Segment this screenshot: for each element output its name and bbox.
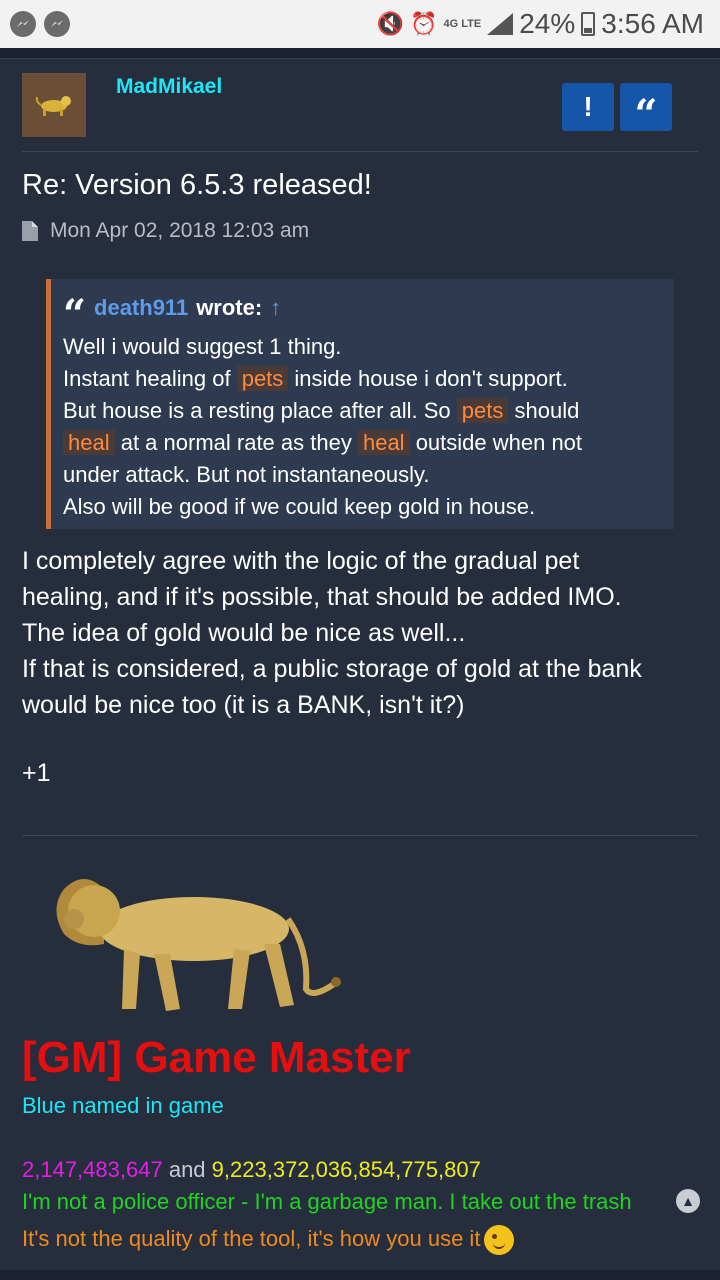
report-button[interactable]: ! (562, 83, 614, 131)
post-card: MadMikael ! “ Re: Version 6.5.3 released… (0, 58, 720, 1271)
highlighted-word: pets (236, 366, 289, 391)
quote-line: But house is a resting place after all. … (63, 398, 580, 423)
signature-line: 2,147,483,647 and 9,223,372,036,854,775,… (22, 1157, 481, 1182)
post-body: I completely agree with the logic of the… (22, 543, 642, 723)
highlighted-word: heal (357, 430, 410, 455)
lion-image (56, 879, 341, 1011)
alarm-icon: ⏰ (410, 11, 438, 36)
battery-percent: 24% (519, 8, 576, 39)
scroll-to-top-icon[interactable]: ▲ (676, 1189, 700, 1213)
post-timestamp: Mon Apr 02, 2018 12:03 am (50, 219, 310, 242)
rank-title: [GM] Game Master (22, 1033, 411, 1082)
vibrate-icon: 🔇 (376, 11, 405, 36)
divider (22, 151, 698, 152)
body-line: would be nice too (it is a BANK, isn't i… (22, 691, 465, 719)
signal-icon (487, 13, 514, 35)
messenger-icon (44, 11, 70, 37)
clock: 3:56 AM (601, 8, 704, 39)
signature-number: 9,223,372,036,854,775,807 (211, 1157, 481, 1182)
avatar[interactable] (22, 73, 86, 137)
quote-line: Also will be good if we could keep gold … (63, 494, 536, 519)
body-line: The idea of gold would be nice as well..… (22, 619, 466, 647)
quote-mark-icon: “ (63, 291, 87, 338)
plus-one-text: +1 (22, 759, 51, 787)
network-label: 4G LTE (443, 17, 482, 30)
status-bar: 🔇 ⏰ 4G LTE 24% 3:56 AM (0, 0, 720, 48)
wink-emoji-icon (484, 1225, 515, 1255)
body-line: healing, and if it's possible, that shou… (22, 583, 622, 611)
highlighted-word: pets (456, 398, 509, 423)
quote-author-link[interactable]: death911 (94, 295, 188, 321)
body-line: I completely agree with the logic of the… (22, 547, 580, 575)
signature-divider (22, 835, 698, 836)
quote-button[interactable]: “ (620, 83, 672, 138)
notification-icons (0, 11, 70, 37)
quote-line: heal at a normal rate as they heal outsi… (63, 427, 660, 459)
rank-subtitle: Blue named in game (22, 1093, 224, 1118)
quote-header: “ death911 wrote: ↑ (63, 291, 660, 338)
author-name[interactable]: MadMikael (116, 75, 222, 99)
highlighted-word: heal (63, 430, 115, 455)
quote-wrote-label: wrote: (196, 295, 263, 320)
messenger-icon (10, 11, 36, 37)
quote-line: under attack. But not instantaneously. (63, 462, 430, 487)
signature-line: It's not the quality of the tool, it's h… (22, 1225, 515, 1255)
signature-number: 2,147,483,647 (22, 1157, 163, 1182)
quote-line: Instant healing of pets inside house i d… (63, 366, 568, 391)
page-footer-edge (0, 1270, 720, 1280)
quote-line: Well i would suggest 1 thing. (63, 334, 342, 359)
post-title[interactable]: Re: Version 6.5.3 released! (22, 169, 372, 202)
blockquote: “ death911 wrote: ↑ Well i would suggest… (46, 279, 674, 529)
body-line: If that is considered, a public storage … (22, 655, 642, 683)
signature-line: I'm not a police officer - I'm a garbage… (22, 1189, 632, 1214)
battery-icon (581, 12, 596, 36)
post-meta: Mon Apr 02, 2018 12:03 am (22, 219, 309, 243)
post-icon (22, 221, 38, 241)
jump-to-post-icon[interactable]: ↑ (270, 295, 281, 321)
